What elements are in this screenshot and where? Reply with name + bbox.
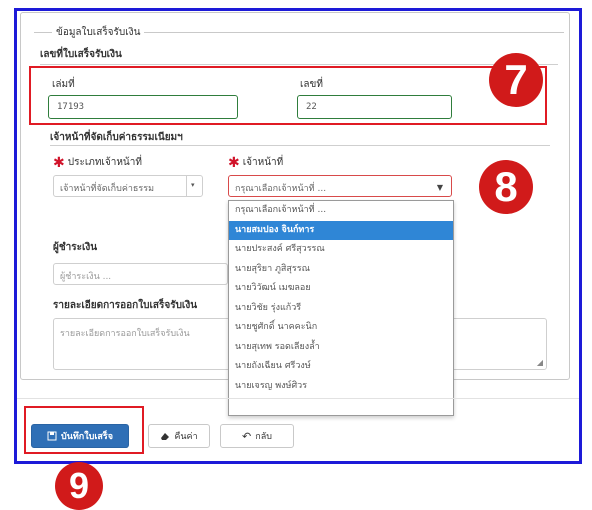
back-button-label: กลับ bbox=[255, 432, 272, 442]
back-button[interactable]: ↶ กลับ bbox=[220, 424, 294, 448]
payer-label: ผู้ชำระเงิน bbox=[53, 242, 98, 253]
payer-input[interactable]: ผู้ชำระเงิน ... bbox=[53, 263, 228, 285]
resize-handle-icon[interactable]: ◢ bbox=[537, 358, 543, 367]
step-9-badge: 9 bbox=[55, 462, 103, 510]
save-icon bbox=[47, 431, 57, 441]
details-label: รายละเอียดการออกใบเสร็จรับเงิน bbox=[53, 300, 198, 311]
section-divider bbox=[40, 64, 558, 65]
chevron-down-icon: ▼ bbox=[436, 183, 443, 192]
dropdown-option[interactable]: นายวิชัย รุ่งแก้วรี bbox=[229, 299, 453, 319]
officer-section-title: เจ้าหน้าที่จัดเก็บค่าธรรมเนียมฯ bbox=[50, 132, 183, 143]
dropdown-option[interactable]: นายเจรญ พงษ์ศิวร bbox=[229, 377, 453, 397]
receipt-section-title: เลขที่ใบเสร็จรับเงิน bbox=[40, 49, 122, 60]
details-placeholder: รายละเอียดการออกใบเสร็จรับเงิน bbox=[60, 329, 190, 339]
dropdown-option[interactable]: นายประสงค์ ศรีสุวรรณ bbox=[229, 240, 453, 260]
dropdown-option[interactable]: นายสุริยา ภูสิสุรรณ bbox=[229, 260, 453, 280]
officer-select-value: กรุณาเลือกเจ้าหน้าที่ ... bbox=[235, 184, 327, 194]
required-asterisk-icon: ✱ bbox=[228, 155, 240, 171]
eraser-icon bbox=[161, 433, 170, 440]
save-receipt-button[interactable]: บันทึกใบเสร็จ bbox=[31, 424, 129, 448]
reset-button[interactable]: คืนค่า bbox=[148, 424, 210, 448]
chevron-down-icon: ▾ bbox=[191, 181, 195, 189]
officer-type-select[interactable]: เจ้าหน้าที่จัดเก็บค่าธรรม ▾ bbox=[53, 175, 203, 197]
fieldset-legend: ข้อมูลใบเสร็จรับเงิน bbox=[52, 25, 145, 40]
select-toggle[interactable]: ▾ bbox=[186, 176, 202, 196]
officer-type-label: ✱ ประเภทเจ้าหน้าที่ bbox=[53, 155, 142, 171]
officer-label: ✱ เจ้าหน้าที่ bbox=[228, 155, 284, 171]
officer-dropdown-list: กรุณาเลือกเจ้าหน้าที่ ... นายสมปอง จินก์… bbox=[228, 200, 454, 416]
section-divider bbox=[50, 145, 550, 146]
step-7-badge: 7 bbox=[489, 53, 543, 107]
step-8-badge: 8 bbox=[479, 160, 533, 214]
footer-divider bbox=[17, 398, 579, 399]
required-asterisk-icon: ✱ bbox=[53, 155, 65, 171]
officer-type-value: เจ้าหน้าที่จัดเก็บค่าธรรม bbox=[60, 184, 154, 194]
book-label: เล่มที่ bbox=[52, 79, 75, 90]
dropdown-option[interactable]: กรุณาเลือกเจ้าหน้าที่ ... bbox=[229, 201, 453, 221]
number-label: เลขที่ bbox=[300, 79, 323, 90]
payer-placeholder: ผู้ชำระเงิน ... bbox=[60, 272, 112, 282]
save-button-label: บันทึกใบเสร็จ bbox=[60, 432, 114, 442]
dropdown-option[interactable]: นายชูศักดิ์ นาคคะนิก bbox=[229, 318, 453, 338]
officer-select[interactable]: กรุณาเลือกเจ้าหน้าที่ ... ▼ bbox=[228, 175, 452, 197]
undo-icon: ↶ bbox=[242, 429, 252, 443]
reset-button-label: คืนค่า bbox=[174, 432, 198, 442]
dropdown-option[interactable]: นายสุเทพ รอดเลียงล้ำ bbox=[229, 338, 453, 358]
receipt-number-input[interactable]: 22 bbox=[297, 95, 452, 119]
book-number-input[interactable]: 17193 bbox=[48, 95, 238, 119]
dropdown-option-selected[interactable]: นายสมปอง จินก์ทาร bbox=[229, 220, 453, 240]
dropdown-option[interactable]: นายวิวัฒน์ เมฆลอย bbox=[229, 279, 453, 299]
dropdown-option[interactable]: นายถังเฉียน ศรีวงษ์ bbox=[229, 357, 453, 377]
